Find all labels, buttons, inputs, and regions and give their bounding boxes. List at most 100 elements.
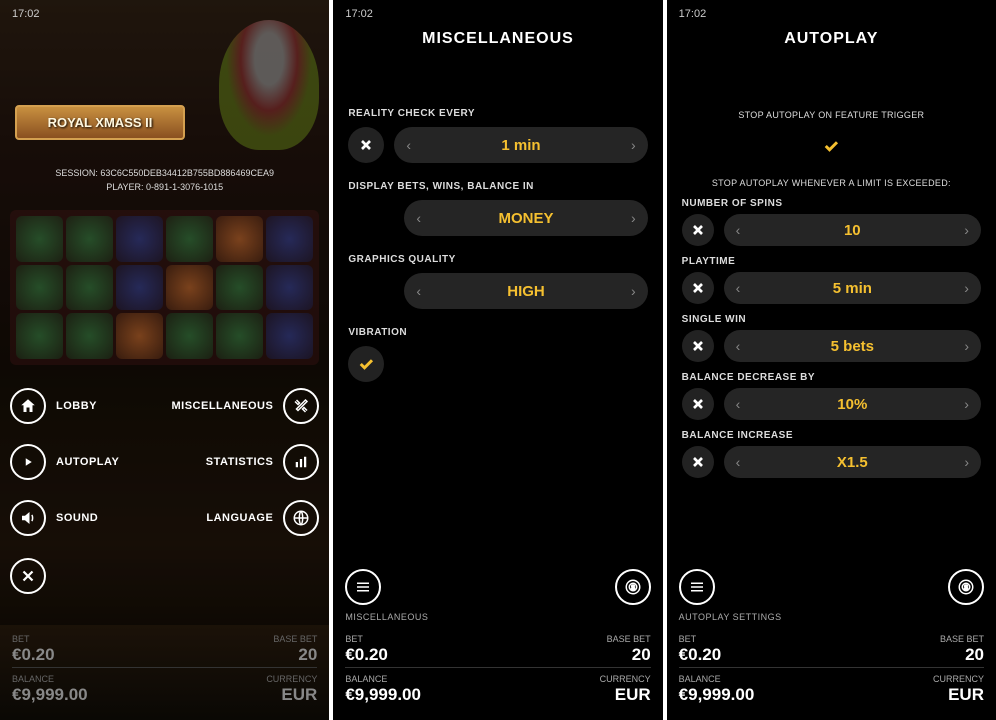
balance-value: €9,999.00	[12, 685, 88, 705]
bal-inc-label: BALANCE INCREASE	[682, 430, 981, 441]
lobby-button[interactable]	[10, 388, 46, 424]
reel-symbol	[16, 216, 63, 262]
single-win-selector[interactable]: ‹ 5 bets ›	[724, 330, 981, 362]
spins-disable[interactable]	[682, 214, 714, 246]
playtime-disable[interactable]	[682, 272, 714, 304]
game-logo: ROYAL XMASS II	[15, 105, 185, 140]
stop-feature-toggle[interactable]	[813, 128, 849, 164]
autoplay-label: AUTOPLAY	[56, 456, 119, 468]
stats-bar: BET€0.20 BASE BET20 BALANCE€9,999.00 CUR…	[667, 628, 996, 720]
playtime-value: 5 min	[833, 280, 872, 297]
vibration-toggle[interactable]	[348, 346, 384, 382]
session-id: SESSION: 63C6C550DEB34412B755BD886469CEA…	[0, 168, 329, 178]
playtime-label: PLAYTIME	[682, 256, 981, 267]
menu-button[interactable]	[345, 569, 381, 605]
reality-check-selector[interactable]: ‹ 1 min ›	[394, 127, 647, 163]
chevron-right-icon[interactable]: ›	[964, 222, 969, 238]
reels-grid	[10, 210, 319, 365]
session-info: SESSION: 63C6C550DEB34412B755BD886469CEA…	[0, 168, 329, 192]
reel-symbol	[216, 265, 263, 311]
chevron-left-icon[interactable]: ‹	[736, 222, 741, 238]
bet-value: €0.20	[679, 645, 722, 665]
reel-symbol	[116, 265, 163, 311]
bet-value: €0.20	[345, 645, 388, 665]
balance-label: BALANCE	[12, 674, 88, 684]
bal-inc-disable[interactable]	[682, 446, 714, 478]
menu-button[interactable]	[679, 569, 715, 605]
chevron-left-icon[interactable]: ‹	[406, 137, 411, 153]
autoplay-button[interactable]	[10, 444, 46, 480]
graphics-label: GRAPHICS QUALITY	[348, 254, 647, 265]
bet-button[interactable]: $	[948, 569, 984, 605]
chevron-left-icon[interactable]: ‹	[416, 210, 421, 226]
bet-label: BET	[345, 634, 388, 644]
playtime-selector[interactable]: ‹ 5 min ›	[724, 272, 981, 304]
basebet-value: 20	[965, 645, 984, 665]
breadcrumb: AUTOPLAY SETTINGS	[679, 612, 782, 622]
reel-symbol	[266, 313, 313, 359]
reality-check-disable[interactable]	[348, 127, 384, 163]
bet-value: €0.20	[12, 645, 55, 665]
reel-symbol	[16, 313, 63, 359]
close-icon	[690, 454, 706, 470]
chevron-right-icon[interactable]: ›	[631, 210, 636, 226]
breadcrumb: MISCELLANEOUS	[345, 612, 428, 622]
chevron-left-icon[interactable]: ‹	[736, 338, 741, 354]
chevron-right-icon[interactable]: ›	[631, 283, 636, 299]
reel-symbol	[16, 265, 63, 311]
single-win-value: 5 bets	[831, 338, 874, 355]
reel-symbol	[66, 265, 113, 311]
stats-label: STATISTICS	[206, 456, 274, 468]
close-button[interactable]	[10, 558, 46, 594]
basebet-value: 20	[298, 645, 317, 665]
chevron-left-icon[interactable]: ‹	[736, 280, 741, 296]
single-win-disable[interactable]	[682, 330, 714, 362]
close-icon	[19, 567, 37, 585]
spins-selector[interactable]: ‹10›	[724, 214, 981, 246]
chevron-left-icon[interactable]: ‹	[736, 454, 741, 470]
close-icon	[358, 137, 374, 153]
currency-value: EUR	[615, 685, 651, 705]
chevron-right-icon[interactable]: ›	[631, 137, 636, 153]
miscellaneous-panel: 17:02 MISCELLANEOUS REALITY CHECK EVERY …	[333, 0, 662, 720]
bal-inc-selector[interactable]: ‹X1.5›	[724, 446, 981, 478]
display-mode-selector[interactable]: ‹ MONEY ›	[404, 200, 647, 236]
panel-title: AUTOPLAY	[667, 30, 996, 48]
bal-dec-label: BALANCE DECREASE BY	[682, 372, 981, 383]
currency-value: EUR	[281, 685, 317, 705]
language-button[interactable]	[283, 500, 319, 536]
reel-symbol	[266, 265, 313, 311]
bal-dec-disable[interactable]	[682, 388, 714, 420]
sound-button[interactable]	[10, 500, 46, 536]
chevron-left-icon[interactable]: ‹	[416, 283, 421, 299]
currency-value: EUR	[948, 685, 984, 705]
balance-value: €9,999.00	[345, 685, 421, 705]
bet-label: BET	[679, 634, 722, 644]
chevron-left-icon[interactable]: ‹	[736, 396, 741, 412]
single-win-label: SINGLE WIN	[682, 314, 981, 325]
graphics-selector[interactable]: ‹ HIGH ›	[404, 273, 647, 309]
stop-limit-label: STOP AUTOPLAY WHENEVER A LIMIT IS EXCEED…	[682, 178, 981, 188]
stats-button[interactable]	[283, 444, 319, 480]
reel-symbol	[216, 216, 263, 262]
misc-button[interactable]	[283, 388, 319, 424]
sound-label: SOUND	[56, 512, 98, 524]
close-icon	[690, 396, 706, 412]
bet-label: BET	[12, 634, 55, 644]
autoplay-panel: 17:02 AUTOPLAY STOP AUTOPLAY ON FEATURE …	[667, 0, 996, 720]
chip-icon: $	[957, 578, 975, 596]
stats-bar: BET€0.20 BASE BET20 BALANCE€9,999.00 CUR…	[333, 628, 662, 720]
chevron-right-icon[interactable]: ›	[964, 396, 969, 412]
chevron-right-icon[interactable]: ›	[964, 338, 969, 354]
home-icon	[19, 397, 37, 415]
display-mode-label: DISPLAY BETS, WINS, BALANCE IN	[348, 181, 647, 192]
player-id: PLAYER: 0-891-1-3076-1015	[0, 182, 329, 192]
bal-dec-value: 10%	[837, 396, 867, 413]
chevron-right-icon[interactable]: ›	[964, 280, 969, 296]
clock: 17:02	[679, 8, 707, 20]
chevron-right-icon[interactable]: ›	[964, 454, 969, 470]
chip-icon: $	[624, 578, 642, 596]
bal-dec-selector[interactable]: ‹ 10% ›	[724, 388, 981, 420]
spins-label: NUMBER OF SPINS	[682, 198, 981, 209]
bet-button[interactable]: $	[615, 569, 651, 605]
